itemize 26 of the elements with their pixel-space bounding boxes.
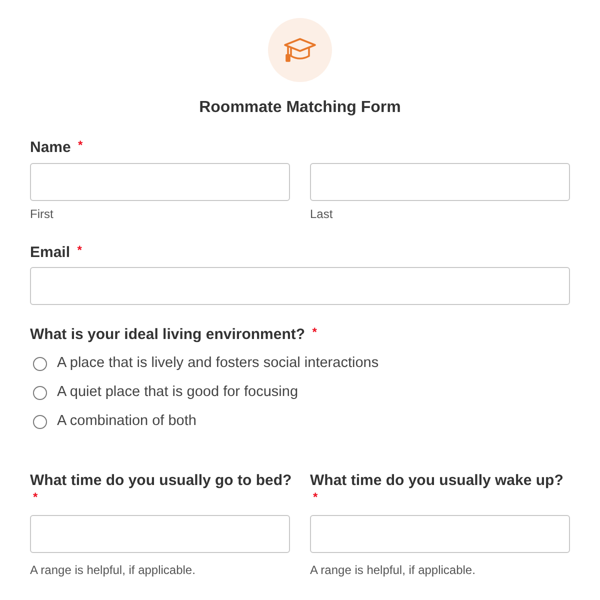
required-mark: * <box>312 325 317 339</box>
email-input[interactable] <box>30 267 570 305</box>
required-mark: * <box>33 490 38 504</box>
required-mark: * <box>77 242 82 256</box>
radio-button[interactable] <box>33 415 47 429</box>
field-label: What is your ideal living environment? <box>30 326 306 343</box>
help-text: A range is helpful, if applicable. <box>310 562 476 578</box>
field-label: What time do you usually wake up? <box>310 472 564 488</box>
option-label: A quiet place that is good for focusing <box>57 383 298 402</box>
text-input[interactable] <box>310 514 570 552</box>
required-mark: * <box>313 490 318 504</box>
option-label: A combination of both <box>57 412 196 432</box>
text-input[interactable] <box>30 162 290 200</box>
radio-button[interactable] <box>33 386 47 400</box>
field-sublabel: Last <box>310 206 334 222</box>
field-label: Name <box>30 139 71 156</box>
field-label: Email <box>30 244 70 260</box>
text-input[interactable] <box>310 162 570 200</box>
form-title: Roommate Matching Form <box>198 98 402 118</box>
text-input[interactable] <box>30 514 290 552</box>
radio-button[interactable] <box>33 357 47 371</box>
required-mark: * <box>78 138 83 152</box>
help-text: A range is helpful, if applicable. <box>30 562 196 578</box>
field-sublabel: First <box>30 206 54 222</box>
option-label: A place that is lively and fosters social interactions <box>57 354 379 374</box>
field-label: What time do you usually go to bed? <box>30 472 292 488</box>
